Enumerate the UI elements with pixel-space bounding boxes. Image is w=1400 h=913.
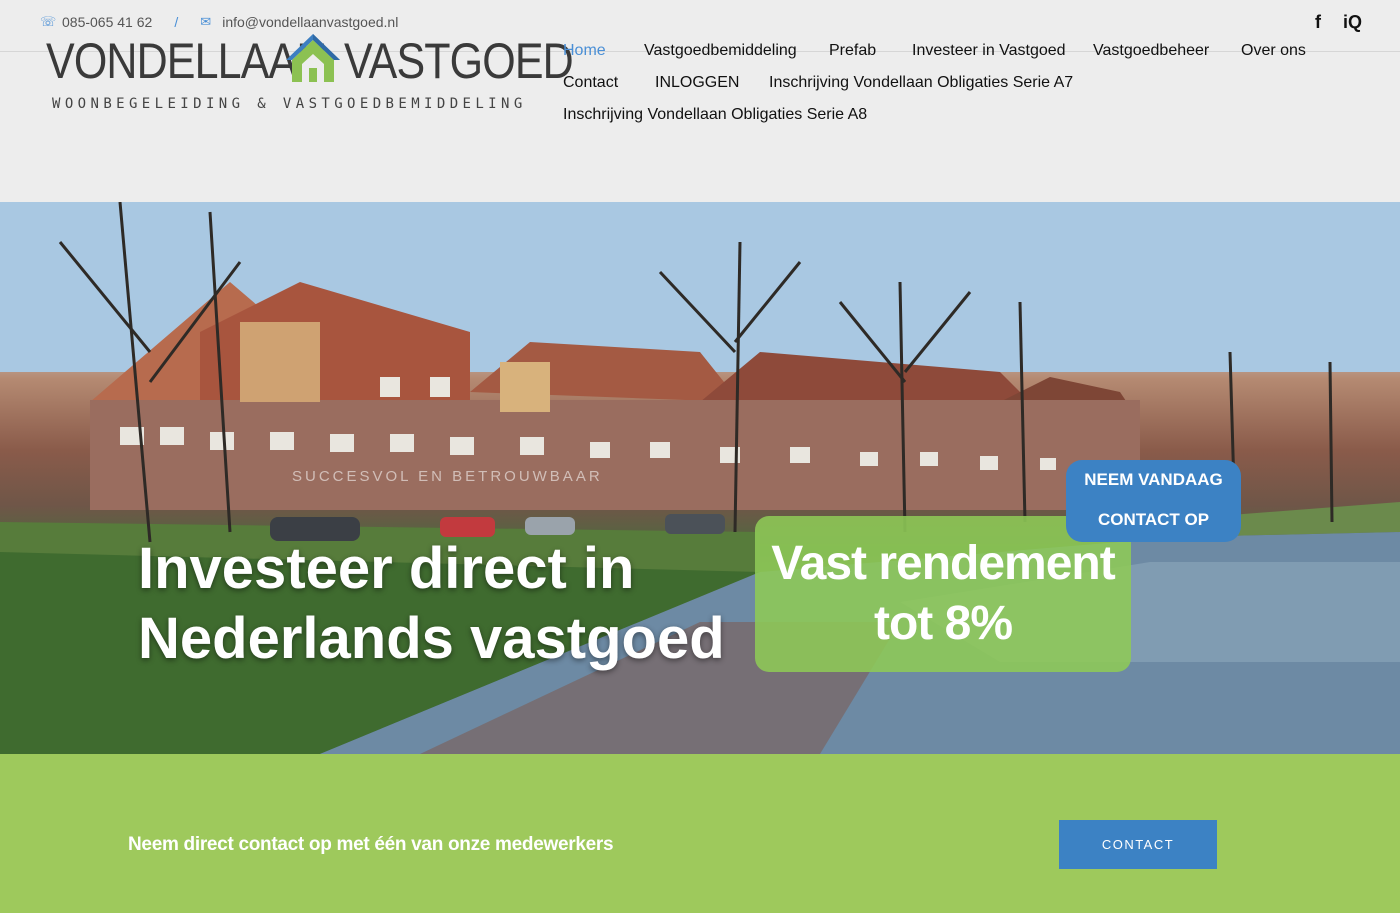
mail-icon: ✉	[200, 14, 212, 29]
promo-line1: Vast rendement	[771, 537, 1115, 590]
cta-line1: NEEM VANDAAG	[1084, 470, 1223, 489]
nav-contact[interactable]: Contact	[563, 74, 618, 92]
hero-overline: SUCCESVOL EN BETROUWBAAR	[292, 468, 603, 485]
phone-icon: ☏	[40, 14, 57, 29]
email-link[interactable]: info@vondellaanvastgoed.nl	[222, 14, 398, 30]
nav-investeer-in-vastgoed[interactable]: Investeer in Vastgoed	[912, 42, 1066, 60]
search-icon[interactable]: iQ	[1343, 12, 1362, 33]
facebook-icon[interactable]: f	[1315, 12, 1321, 33]
nav-inloggen[interactable]: INLOGGEN	[655, 74, 739, 92]
hero-headline-line2: Nederlands vastgoed	[138, 606, 725, 671]
contact-separator: /	[174, 14, 179, 30]
contact-today-button[interactable]: NEEM VANDAAG CONTACT OP	[1066, 460, 1241, 542]
promo-line2: tot 8%	[874, 597, 1013, 650]
nav-home[interactable]: Home	[563, 42, 606, 60]
nav-prefab[interactable]: Prefab	[829, 42, 876, 60]
nav-inschrijving-a8[interactable]: Inschrijving Vondellaan Obligaties Serie…	[563, 106, 867, 124]
house-logo-icon	[286, 34, 340, 82]
hero-headline: Investeer direct in Nederlands vastgoed	[138, 534, 725, 674]
contact-button[interactable]: CONTACT	[1059, 820, 1217, 869]
phone-number[interactable]: 085-065 41 62	[62, 14, 152, 30]
logo-word-vastgoed: VASTGOED	[344, 33, 574, 89]
hero-headline-line1: Investeer direct in	[138, 536, 635, 601]
contact-line: ☏ 085-065 41 62 / ✉ info@vondellaanvastg…	[40, 14, 398, 30]
nav-over-ons[interactable]: Over ons	[1241, 42, 1306, 60]
site-logo[interactable]: VONDELLAAN VASTGOED WOONBEGELEIDING & VA…	[46, 30, 574, 120]
nav-inschrijving-a7[interactable]: Inschrijving Vondellaan Obligaties Serie…	[769, 74, 1073, 92]
social-links: f iQ	[1315, 12, 1362, 33]
nav-vastgoedbeheer[interactable]: Vastgoedbeheer	[1093, 42, 1209, 60]
hero-section: SUCCESVOL EN BETROUWBAAR Investeer direc…	[0, 202, 1400, 754]
logo-tagline: WOONBEGELEIDING & VASTGOEDBEMIDDELING	[52, 96, 527, 112]
contact-band: Neem direct contact op met één van onze …	[0, 754, 1400, 913]
contact-band-message: Neem direct contact op met één van onze …	[128, 834, 614, 855]
cta-line2: CONTACT OP	[1097, 510, 1210, 529]
nav-vastgoedbemiddeling[interactable]: Vastgoedbemiddeling	[644, 42, 797, 60]
